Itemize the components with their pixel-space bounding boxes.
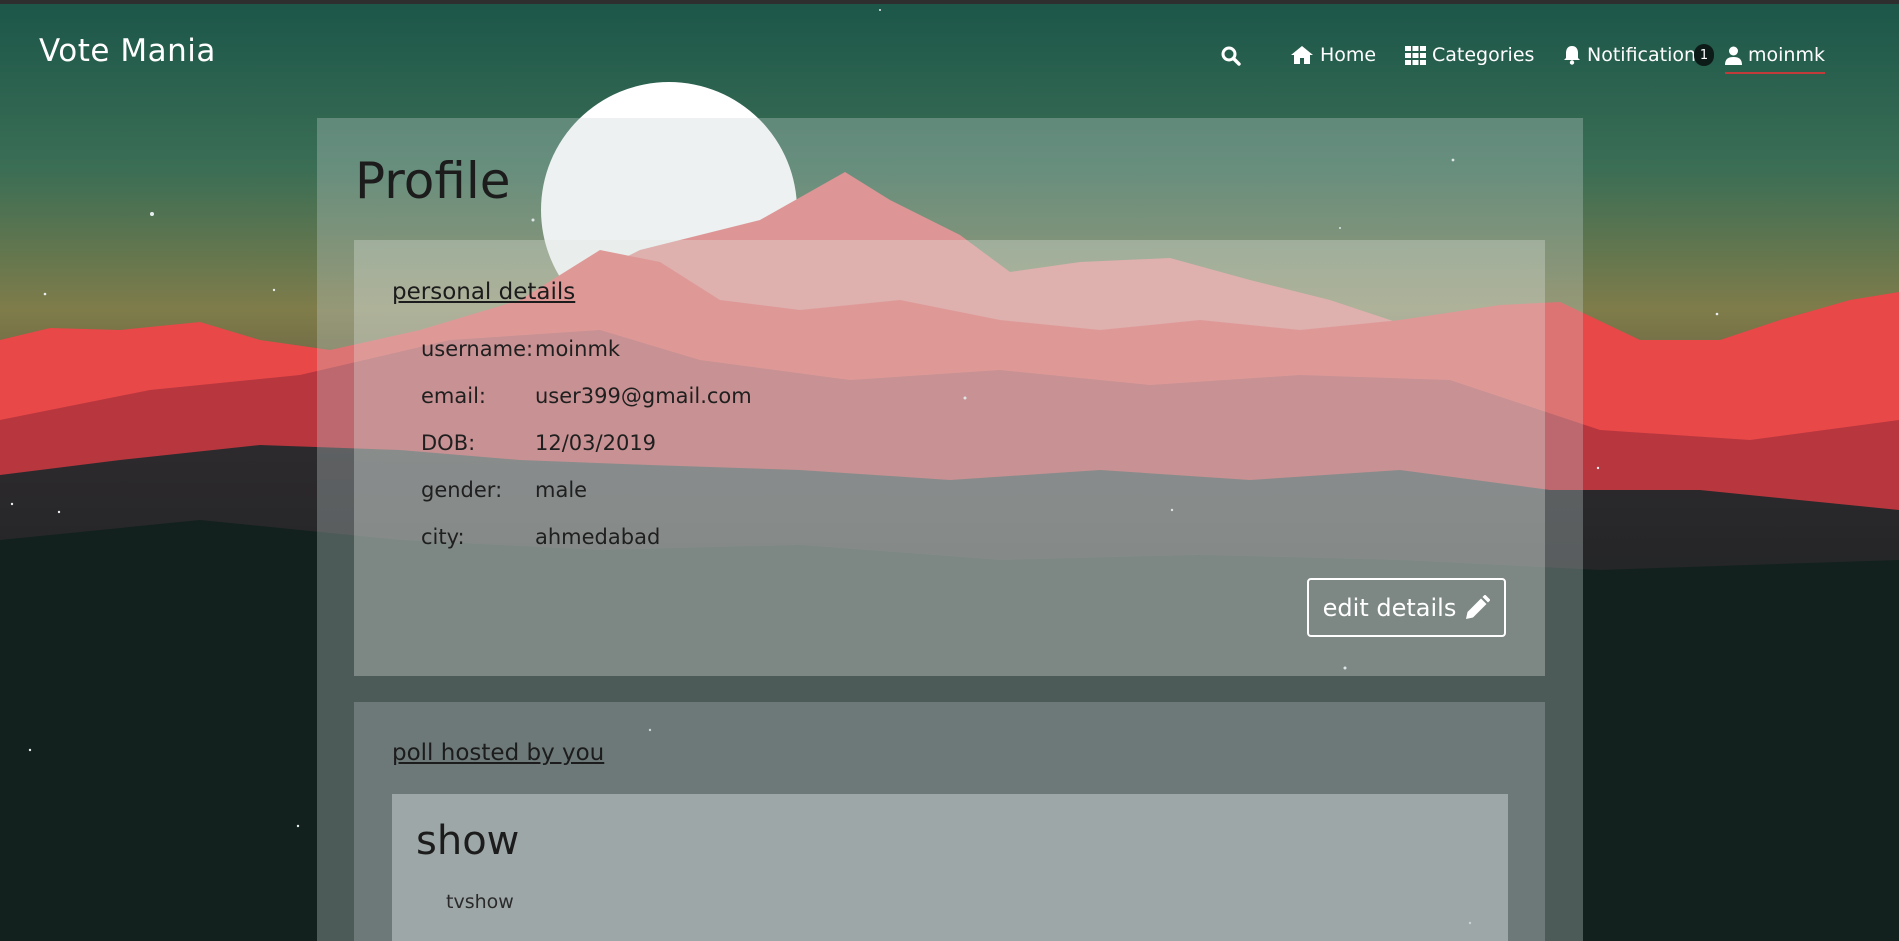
search-icon bbox=[1221, 46, 1241, 66]
dob-label: DOB: bbox=[421, 431, 476, 455]
hosted-polls-heading[interactable]: poll hosted by you bbox=[392, 740, 604, 766]
nav-user-profile[interactable]: moinmk bbox=[1725, 44, 1825, 74]
gender-value: male bbox=[535, 478, 588, 502]
brand-logo[interactable]: Vote Mania bbox=[39, 33, 216, 69]
pencil-icon bbox=[1466, 594, 1491, 619]
nav-categories-label: Categories bbox=[1432, 44, 1535, 66]
poll-item[interactable] bbox=[392, 794, 1508, 941]
edit-details-label: edit details bbox=[1322, 593, 1457, 622]
bell-icon bbox=[1564, 46, 1580, 65]
email-value: user399@gmail.com bbox=[535, 384, 752, 408]
nav-user-label: moinmk bbox=[1748, 44, 1825, 66]
nav-notification[interactable]: Notification bbox=[1563, 44, 1696, 66]
notification-count-badge: 1 bbox=[1694, 44, 1714, 66]
poll-category: tvshow bbox=[446, 891, 514, 913]
user-icon bbox=[1725, 46, 1742, 65]
page-title: Profile bbox=[355, 152, 511, 210]
personal-details-heading[interactable]: personal details bbox=[392, 279, 575, 305]
nav-notification-label: Notification bbox=[1587, 44, 1697, 66]
username-value: moinmk bbox=[535, 337, 621, 361]
dob-value: 12/03/2019 bbox=[535, 431, 657, 455]
search-button[interactable] bbox=[1221, 46, 1241, 66]
nav-home[interactable]: Home bbox=[1290, 44, 1376, 66]
grid-icon bbox=[1405, 45, 1426, 65]
email-label: email: bbox=[421, 384, 486, 408]
edit-details-button[interactable]: edit details bbox=[1307, 578, 1506, 637]
poll-title: show bbox=[416, 818, 520, 864]
window-top-border bbox=[0, 0, 1899, 4]
city-label: city: bbox=[421, 525, 465, 549]
username-label: username: bbox=[421, 337, 534, 361]
city-value: ahmedabad bbox=[535, 525, 661, 549]
nav-home-label: Home bbox=[1320, 44, 1377, 66]
nav-categories[interactable]: Categories bbox=[1405, 44, 1534, 66]
home-icon bbox=[1291, 46, 1313, 64]
gender-label: gender: bbox=[421, 478, 503, 502]
